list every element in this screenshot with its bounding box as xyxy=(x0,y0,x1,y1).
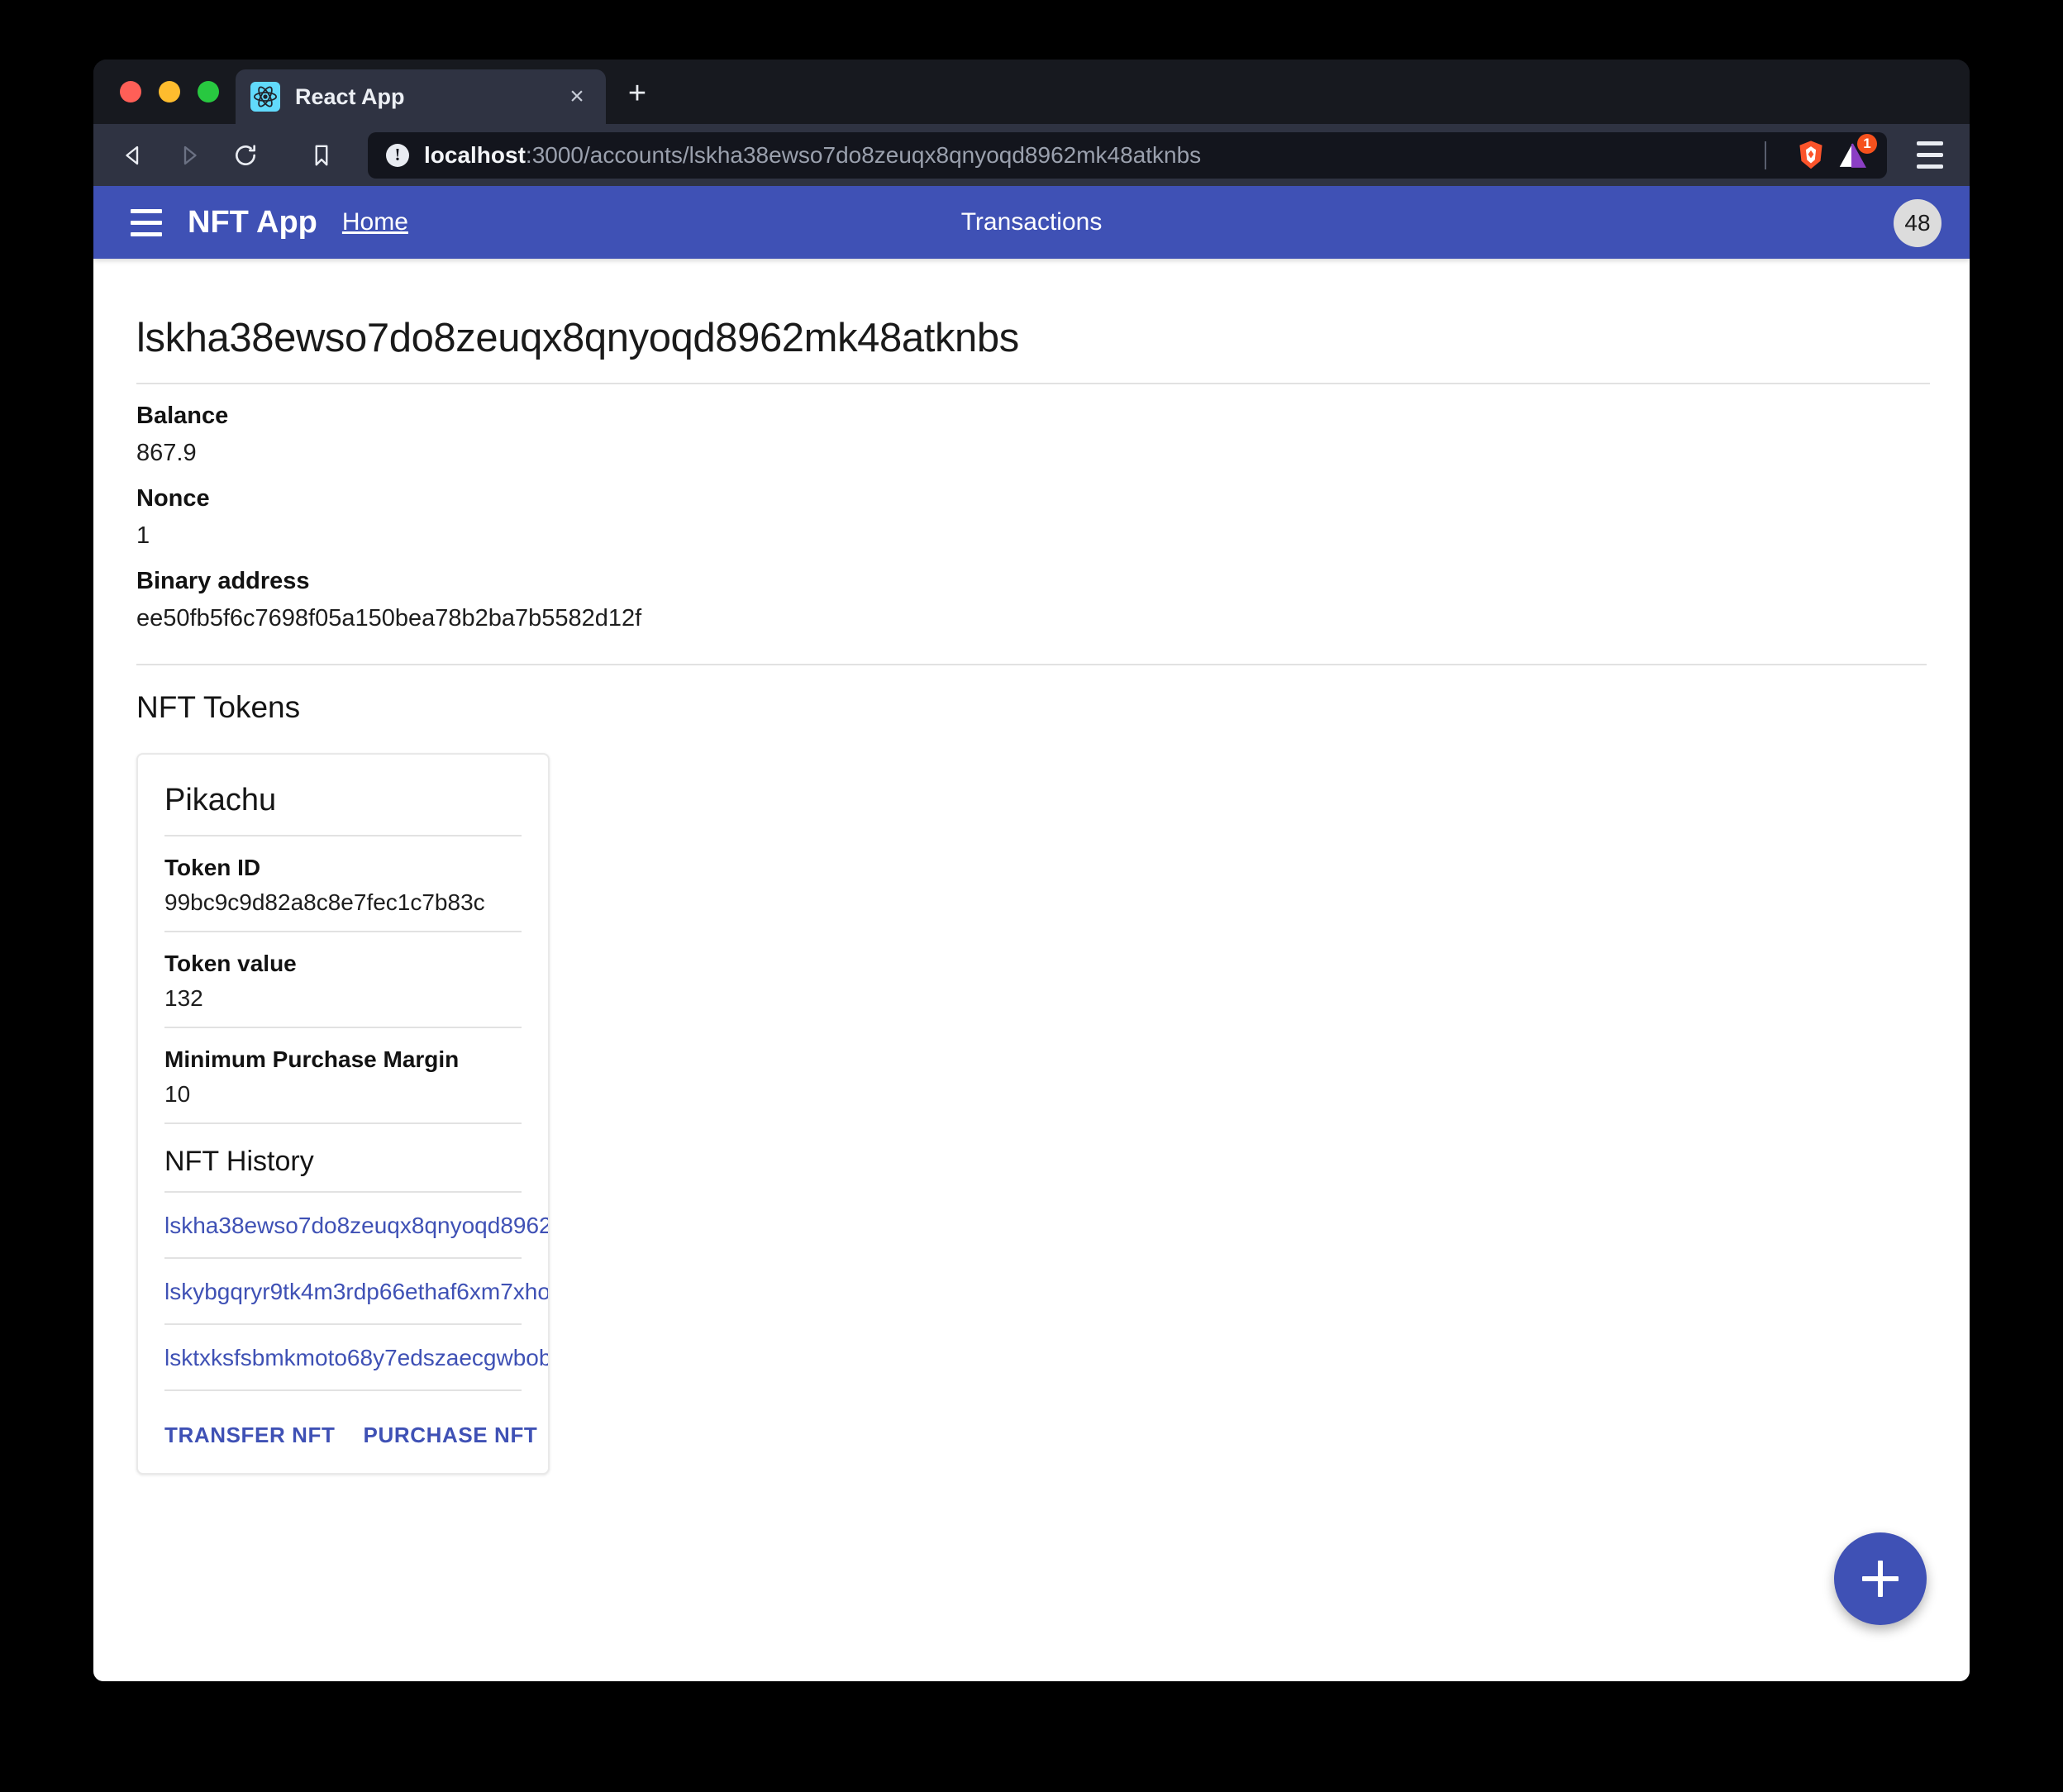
brave-shield-icon[interactable] xyxy=(1793,137,1829,174)
app-brand-title: NFT App xyxy=(188,205,317,241)
nft-history-link[interactable]: lskybgqryr9tk4m3rdp66ethaf6xm7xhoxphbtbv… xyxy=(164,1259,522,1325)
browser-tab-strip: React App × + xyxy=(93,60,1970,124)
token-id-label: Token ID xyxy=(164,855,522,881)
minimize-window-button[interactable] xyxy=(159,81,180,102)
token-value-label: Token value xyxy=(164,951,522,977)
nonce-value: 1 xyxy=(136,522,1930,550)
section-divider xyxy=(136,664,1927,665)
url-text: localhost:3000/accounts/lskha38ewso7do8z… xyxy=(424,142,1756,169)
nft-field-token-value: Token value 132 xyxy=(164,932,522,1028)
bookmark-icon[interactable] xyxy=(300,134,343,177)
window-traffic-lights xyxy=(120,81,219,102)
balance-label: Balance xyxy=(136,403,1930,430)
site-info-icon[interactable]: ! xyxy=(386,144,409,167)
avatar[interactable]: 48 xyxy=(1894,199,1942,247)
browser-menu-icon[interactable] xyxy=(1907,132,1953,179)
nav-link-transactions[interactable]: Transactions xyxy=(961,208,1103,236)
app-header: NFT App Home Transactions 48 xyxy=(93,186,1970,259)
nft-card-actions: TRANSFER NFT PURCHASE NFT xyxy=(164,1391,522,1473)
back-arrow-icon[interactable] xyxy=(112,134,155,177)
page-title: lskha38ewso7do8zeuqx8qnyoqd8962mk48atknb… xyxy=(136,315,1930,384)
nft-history-heading: NFT History xyxy=(164,1124,522,1193)
nft-token-card: Pikachu Token ID 99bc9c9d82a8c8e7fec1c7b… xyxy=(136,753,550,1475)
binary-address-value: ee50fb5f6c7698f05a150bea78b2ba7b5582d12f xyxy=(136,605,1930,632)
nonce-label: Nonce xyxy=(136,485,1930,512)
minimum-purchase-margin-value: 10 xyxy=(164,1081,522,1108)
page-content: lskha38ewso7do8zeuqx8qnyoqd8962mk48atknb… xyxy=(93,259,1970,1681)
page-viewport: NFT App Home Transactions 48 lskha38ewso… xyxy=(93,186,1970,1681)
hamburger-menu-icon[interactable] xyxy=(123,199,169,245)
browser-tab-title: React App xyxy=(295,84,563,110)
binary-address-label: Binary address xyxy=(136,568,1930,595)
new-tab-button[interactable]: + xyxy=(622,81,652,106)
extension-triangle-icon[interactable]: 1 xyxy=(1834,137,1870,174)
add-button[interactable] xyxy=(1834,1532,1927,1625)
balance-value: 867.9 xyxy=(136,440,1930,467)
minimum-purchase-margin-label: Minimum Purchase Margin xyxy=(164,1046,522,1073)
reload-icon[interactable] xyxy=(224,134,267,177)
url-path: :3000/accounts/lskha38ewso7do8zeuqx8qnyo… xyxy=(526,142,1201,168)
nft-history-link[interactable]: lsktxksfsbmkmoto68y7edszaecgwbobkwhsbmjy… xyxy=(164,1325,522,1391)
screen: React App × + ! xyxy=(0,0,2063,1792)
plus-icon xyxy=(1862,1561,1899,1597)
purchase-nft-button[interactable]: PURCHASE NFT xyxy=(364,1423,538,1448)
close-tab-icon[interactable]: × xyxy=(563,84,591,109)
token-id-value: 99bc9c9d82a8c8e7fec1c7b83c xyxy=(164,889,522,916)
nav-link-home[interactable]: Home xyxy=(342,208,408,236)
react-logo-icon xyxy=(250,82,280,112)
close-window-button[interactable] xyxy=(120,81,141,102)
extension-badge-count: 1 xyxy=(1857,134,1877,154)
nft-history-link[interactable]: lskha38ewso7do8zeuqx8qnyoqd8962mk48atknb… xyxy=(164,1193,522,1259)
forward-arrow-icon xyxy=(168,134,211,177)
nft-tokens-heading: NFT Tokens xyxy=(136,690,1930,725)
maximize-window-button[interactable] xyxy=(198,81,219,102)
token-value-value: 132 xyxy=(164,985,522,1012)
browser-window: React App × + ! xyxy=(93,60,1970,1681)
nft-name: Pikachu xyxy=(164,783,522,836)
address-bar[interactable]: ! localhost:3000/accounts/lskha38ewso7do… xyxy=(368,132,1887,179)
nft-field-minimum-purchase-margin: Minimum Purchase Margin 10 xyxy=(164,1028,522,1124)
browser-tab[interactable]: React App × xyxy=(236,69,606,124)
browser-toolbar: ! localhost:3000/accounts/lskha38ewso7do… xyxy=(93,124,1970,186)
url-host: localhost xyxy=(424,142,526,168)
toolbar-divider xyxy=(1765,141,1766,169)
nft-field-token-id: Token ID 99bc9c9d82a8c8e7fec1c7b83c xyxy=(164,836,522,932)
transfer-nft-button[interactable]: TRANSFER NFT xyxy=(164,1423,336,1448)
